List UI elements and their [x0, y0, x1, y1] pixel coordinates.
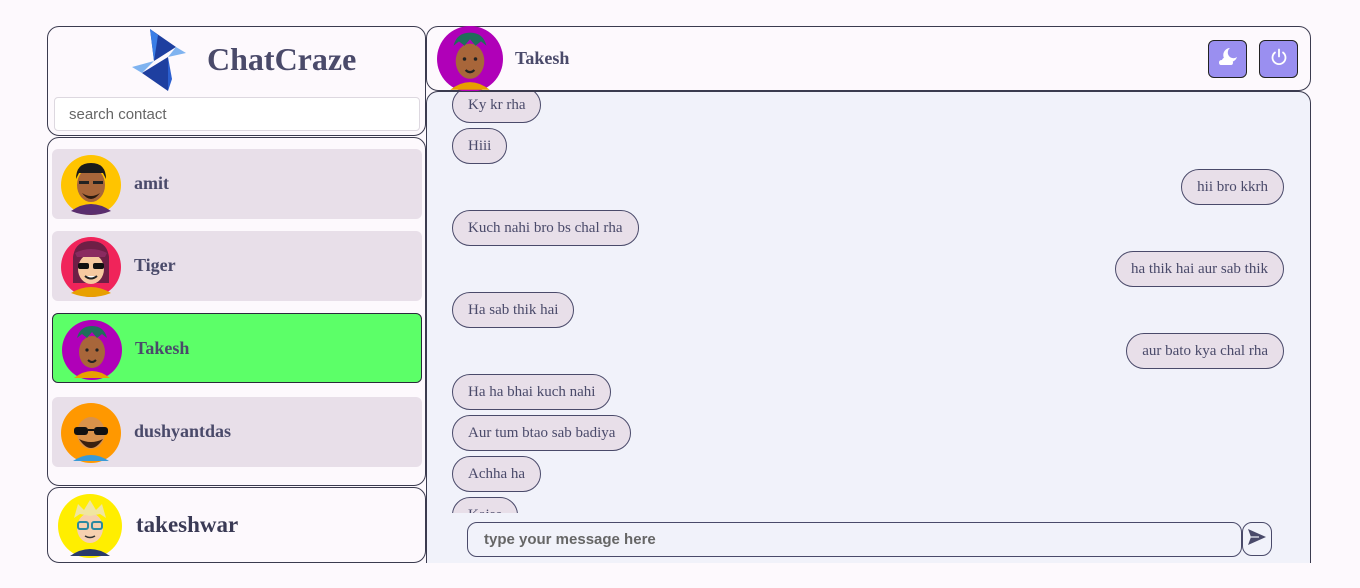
contact-list: amit Tiger Takesh dushyantdas — [47, 137, 426, 486]
message-outgoing: ha thik hai aur sab thik — [1114, 251, 1284, 287]
contact-name: Takesh — [135, 338, 190, 358]
chat-panel: Ky kr rha Hiii hii bro kkrh Kuch nahi br… — [426, 91, 1311, 563]
brand-panel: ChatCraze — [47, 26, 426, 136]
chatcraze-logo-icon — [128, 27, 190, 93]
current-user-panel: takeshwar — [47, 487, 426, 563]
message-incoming: Ha sab thik hai — [452, 292, 575, 328]
contact-item-takesh[interactable]: Takesh — [52, 313, 422, 383]
message-outgoing: aur bato kya chal rha — [1126, 333, 1284, 369]
avatar-bearded-man-icon — [61, 155, 121, 215]
send-icon — [1247, 528, 1267, 551]
moon-cloud-icon — [1217, 46, 1239, 73]
power-icon — [1270, 48, 1288, 71]
avatar-dreadlocks-icon — [437, 26, 503, 92]
contact-item-tiger[interactable]: Tiger — [52, 231, 422, 301]
search-input[interactable] — [54, 97, 420, 131]
send-button[interactable] — [1242, 522, 1272, 556]
avatar-sunglasses-beard-icon — [61, 403, 121, 463]
contact-item-amit[interactable]: amit — [52, 149, 422, 219]
message-list[interactable]: Ky kr rha Hiii hii bro kkrh Kuch nahi br… — [427, 92, 1310, 513]
app-title: ChatCraze — [207, 41, 357, 77]
message-incoming: Kuch nahi bro bs chal rha — [452, 210, 639, 246]
contact-name: amit — [134, 173, 169, 193]
avatar-blond-glasses-icon — [58, 494, 122, 558]
theme-toggle-button[interactable] — [1208, 40, 1247, 78]
chat-contact-name: Takesh — [515, 48, 570, 68]
avatar-sunglasses-woman-icon — [61, 237, 121, 297]
message-incoming: Kaise — [452, 497, 519, 513]
message-incoming: Ky kr rha — [452, 92, 542, 123]
chat-header: Takesh — [426, 26, 1311, 92]
message-input[interactable] — [467, 522, 1242, 557]
avatar-dreadlocks-icon — [62, 320, 122, 380]
message-incoming: Achha ha — [452, 456, 542, 492]
logout-button[interactable] — [1259, 40, 1298, 78]
contact-name: dushyantdas — [134, 421, 232, 441]
message-outgoing: hii bro kkrh — [1181, 169, 1284, 205]
message-incoming: Aur tum btao sab badiya — [452, 415, 632, 451]
contact-name: Tiger — [134, 255, 176, 275]
message-incoming: Ha ha bhai kuch nahi — [452, 374, 612, 410]
contact-item-dushyantdas[interactable]: dushyantdas — [52, 397, 422, 467]
message-incoming: Hiii — [452, 128, 508, 164]
current-user-name: takeshwar — [136, 512, 239, 537]
